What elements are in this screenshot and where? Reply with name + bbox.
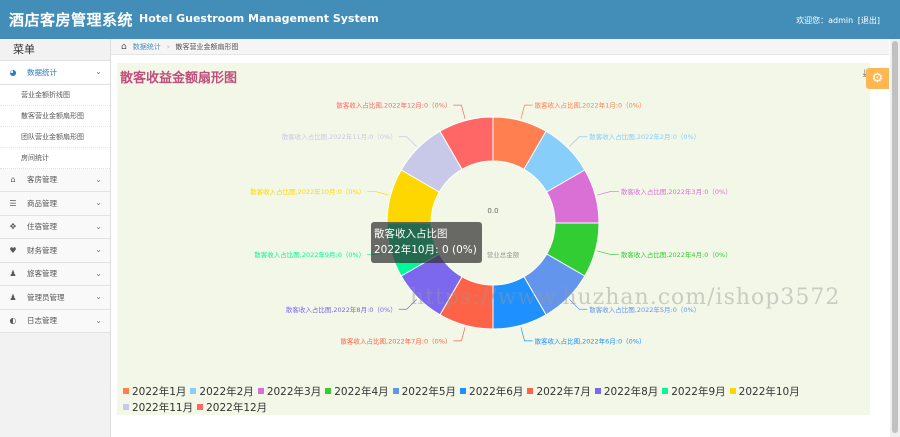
chart-legend: 2022年1月 2022年2月 2022年3月 2022年4月 2022年5月 2022年…	[123, 384, 873, 416]
legend-label: 2022年3月	[266, 386, 322, 398]
label-leader-line	[597, 191, 619, 196]
tooltip-value: 2022年10月: 0 (0%)	[374, 244, 477, 256]
slice-label: 散客收入占比图,2022年7月:0（0%）	[341, 336, 452, 345]
chart-tooltip: 散客收入占比图 2022年10月: 0 (0%)	[371, 222, 482, 263]
legend-swatch	[325, 388, 332, 394]
legend-item[interactable]: 2022年6月	[460, 384, 523, 400]
label-leader-line	[569, 136, 588, 147]
legend-swatch	[662, 388, 669, 394]
legend-swatch	[392, 388, 399, 394]
legend-label: 2022年12月	[206, 402, 268, 414]
legend-label: 2022年9月	[671, 386, 726, 398]
legend-item[interactable]: 2022年11月	[123, 400, 193, 416]
legend-label: 2022年6月	[469, 386, 524, 398]
slice-label: 散客收入占比图,2022年4月:0（0%）	[621, 250, 732, 259]
donut-chart: 散客收入占比图,2022年1月:0（0%） 散客收入占比图,2022年2月:0（0…	[250, 101, 732, 346]
legend-item[interactable]: 2022年10月	[729, 384, 800, 400]
scrollbar[interactable]	[890, 39, 900, 437]
legend-label: 2022年4月	[334, 386, 389, 398]
legend-label: 2022年8月	[603, 386, 659, 398]
legend-swatch	[527, 388, 534, 394]
legend-label: 2022年11月	[132, 402, 194, 414]
label-leader-line	[597, 250, 619, 255]
legend-item[interactable]: 2022年12月	[197, 400, 267, 416]
legend-item[interactable]: 2022年7月	[527, 384, 591, 400]
legend-swatch	[197, 404, 204, 410]
legend-item[interactable]: 2022年8月	[594, 384, 659, 400]
watermark: https://www.huzhan.com/ishop3572	[410, 285, 841, 310]
legend-label: 2022年10月	[738, 386, 800, 398]
center-label: 营业总金额	[487, 250, 520, 259]
label-leader-line	[367, 191, 389, 196]
label-leader-line	[453, 104, 466, 119]
legend-item[interactable]: 2022年1月	[123, 384, 186, 400]
slice-label: 散客收入占比图,2022年8月:0（0%）	[286, 305, 397, 314]
legend-swatch	[257, 388, 264, 394]
legend-item[interactable]: 2022年9月	[662, 384, 726, 400]
legend-label: 2022年1月	[132, 386, 187, 398]
label-leader-line	[520, 327, 533, 342]
legend-swatch	[594, 388, 601, 394]
legend-item[interactable]: 2022年4月	[325, 384, 389, 400]
legend-item[interactable]: 2022年2月	[190, 384, 254, 400]
legend-label: 2022年7月	[536, 386, 591, 398]
slice-label: 散客收入占比图,2022年11月:0（0%）	[282, 132, 397, 141]
label-leader-line	[398, 136, 417, 147]
slice-label: 散客收入占比图,2022年12月:0（0%）	[336, 101, 451, 110]
label-leader-line	[520, 104, 533, 119]
tooltip-title: 散客收入占比图	[374, 228, 448, 240]
legend-swatch	[123, 404, 129, 410]
label-leader-line	[453, 327, 466, 342]
legend-label: 2022年2月	[199, 386, 254, 398]
legend-swatch	[123, 388, 129, 394]
slice-label: 散客收入占比图,2022年1月:0（0%）	[535, 101, 646, 110]
legend-swatch	[460, 388, 467, 394]
slice-label: 散客收入占比图,2022年9月:0（0%）	[254, 250, 365, 259]
legend-item[interactable]: 2022年3月	[257, 384, 322, 400]
legend-swatch	[190, 388, 197, 394]
slice-label: 散客收入占比图,2022年3月:0（0%）	[621, 187, 732, 196]
slice-label: 散客收入占比图,2022年6月:0（0%）	[535, 336, 646, 345]
legend-item[interactable]: 2022年5月	[392, 384, 457, 400]
center-value: 0.0	[487, 207, 498, 215]
legend-swatch	[729, 388, 736, 394]
slice-label: 散客收入占比图,2022年2月:0（0%）	[589, 132, 700, 141]
legend-label: 2022年5月	[401, 386, 457, 398]
slice-label: 散客收入占比图,2022年10月:0（0%）	[250, 187, 365, 196]
scrollbar-thumb[interactable]	[892, 41, 898, 433]
